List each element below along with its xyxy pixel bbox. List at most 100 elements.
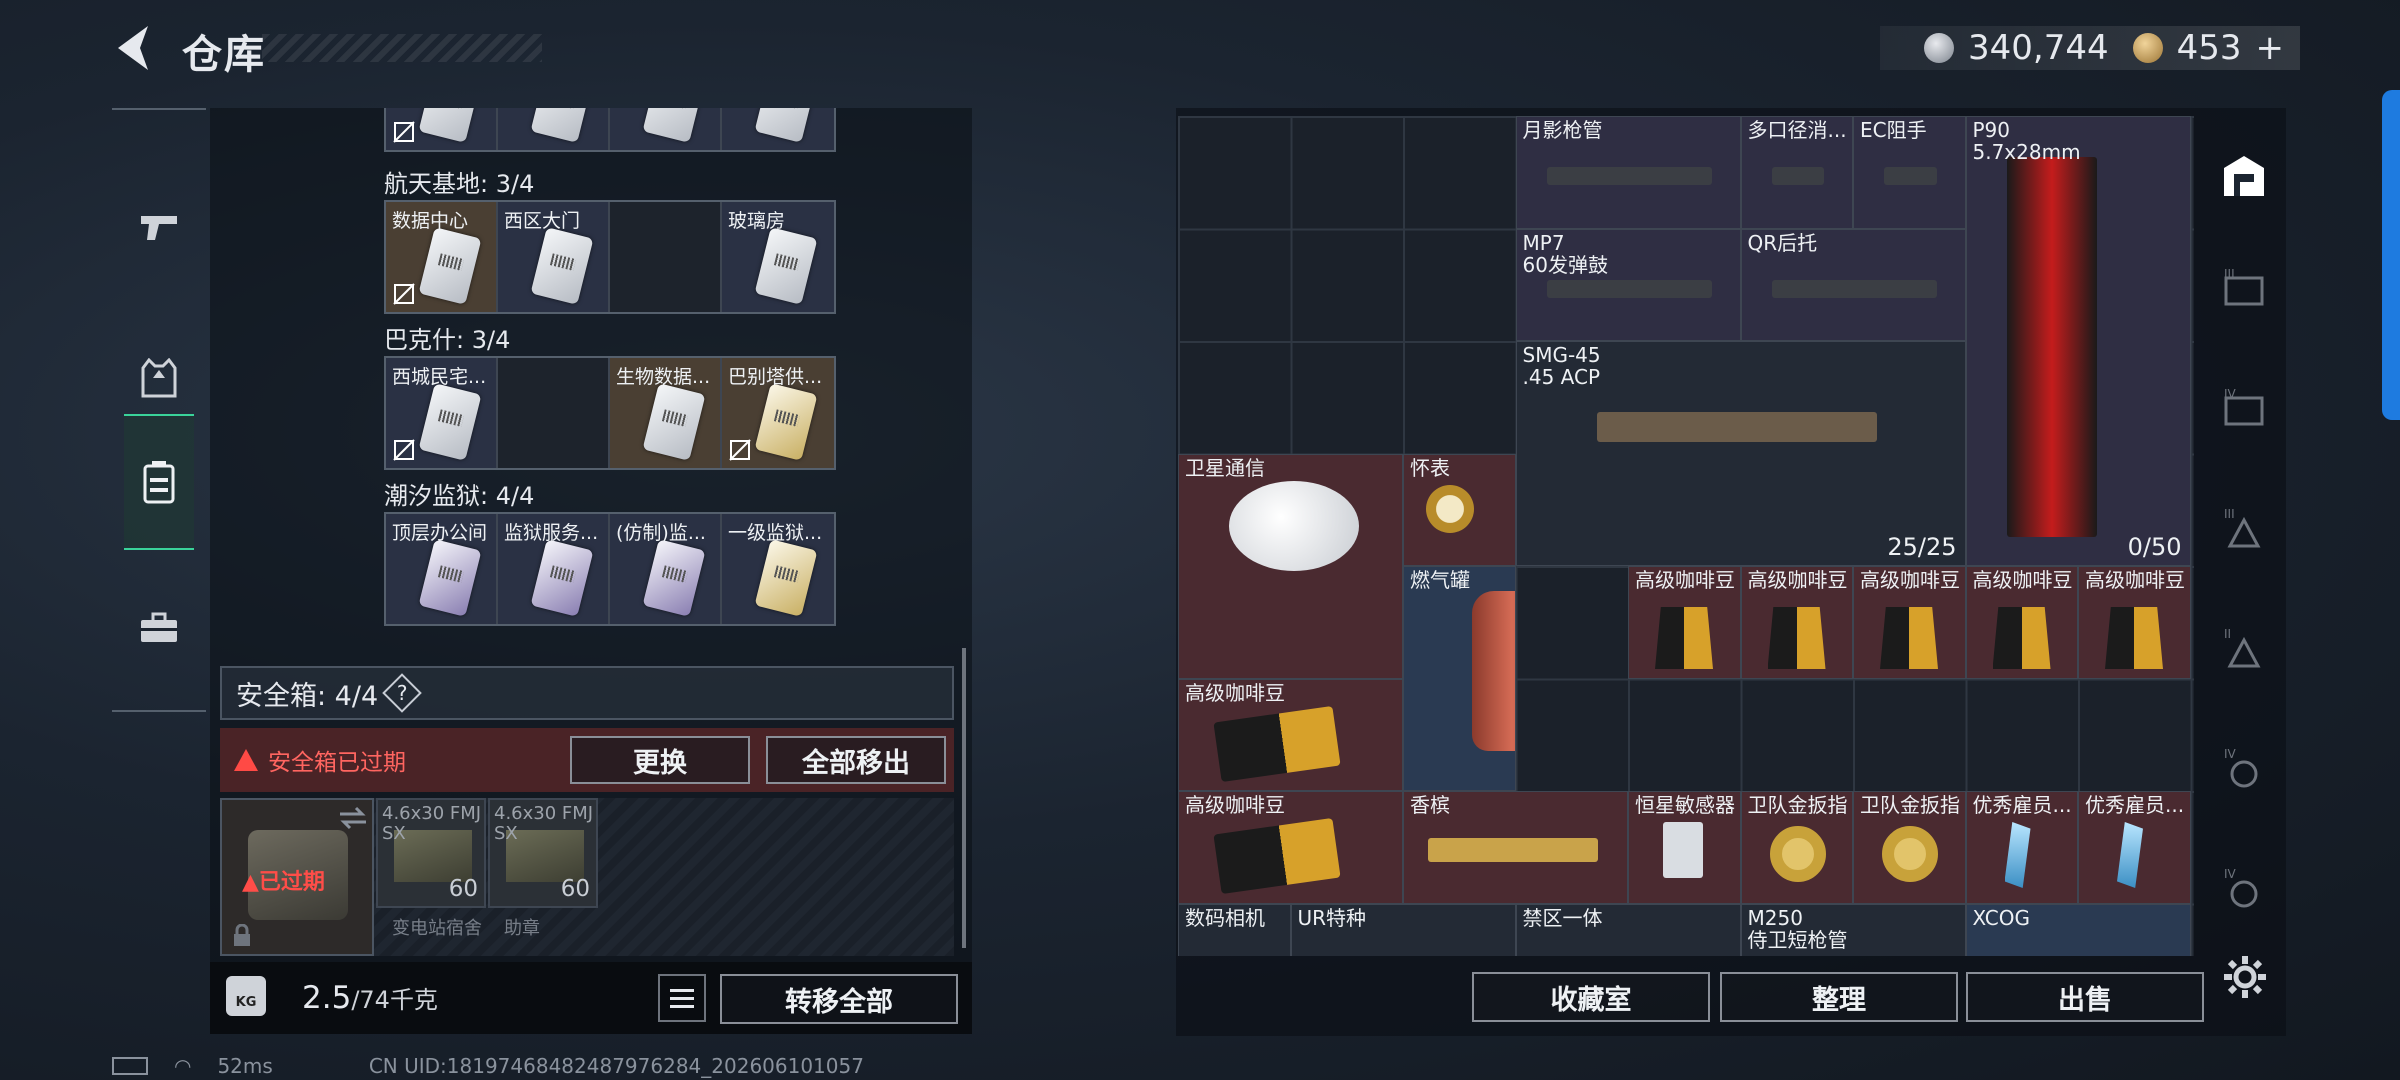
item-name: XCOG <box>1972 905 2030 930</box>
stash-item[interactable]: 优秀雇员... <box>1965 791 2078 904</box>
swap-icon[interactable] <box>338 806 368 830</box>
stash-item[interactable]: EC阻手 <box>1853 116 1966 229</box>
item-name: 高级咖啡豆 <box>1635 568 1735 592</box>
stash-item[interactable]: 怀表 <box>1403 453 1516 566</box>
stash-item[interactable]: 恒星敏感器 <box>1628 791 1741 904</box>
key-slot[interactable]: 玻璃房 <box>722 202 834 312</box>
key-slot[interactable]: 巴别塔供... <box>722 358 834 468</box>
stash-page-3b-icon[interactable]: III <box>2220 506 2268 554</box>
tab-toolbox[interactable] <box>124 560 194 696</box>
crystal-award-image <box>2004 822 2031 888</box>
keycard-image <box>754 227 818 305</box>
transfer-all-button[interactable]: 转移全部 <box>720 974 958 1024</box>
item-name: 数码相机 <box>1185 905 1265 930</box>
empty-key-slot[interactable] <box>610 202 722 312</box>
ammo-slot[interactable]: 4.6x30 FMJ SX 60 <box>488 798 598 908</box>
key-list[interactable]: 航天基地: 3/4 数据中心 西区大门 玻璃房 巴克什: 3/4 西城民宅... 生物数据.… <box>210 108 966 660</box>
help-icon[interactable]: ? <box>382 673 422 713</box>
collection-room-button[interactable]: 收藏室 <box>1472 972 1710 1022</box>
key-slot[interactable]: 监狱服务... <box>498 514 610 624</box>
stash-item[interactable]: 卫队金扳指 <box>1740 791 1853 904</box>
stash-item[interactable]: M250 侍卫短枪管 <box>1740 903 1966 956</box>
sell-button[interactable]: 出售 <box>1966 972 2204 1022</box>
key-slot[interactable]: 顶层办公间 <box>386 514 498 624</box>
coffee-bag-image <box>2105 607 2163 669</box>
replace-button[interactable]: 更换 <box>570 736 750 784</box>
stash-item[interactable]: 高级咖啡豆 <box>1965 566 2078 679</box>
tab-backpack[interactable] <box>124 414 194 550</box>
back-button[interactable] <box>110 22 158 74</box>
key-slot[interactable] <box>610 108 722 150</box>
stash-page-3-icon[interactable]: III <box>2220 266 2268 314</box>
coffee-bag-image <box>1655 607 1713 669</box>
stash-item[interactable]: SMG-45 .45 ACP 25/25 <box>1515 341 1966 566</box>
crystal-award-image <box>2117 822 2143 888</box>
no-bind-icon <box>393 439 415 461</box>
list-view-button[interactable] <box>658 974 706 1022</box>
empty-key-slot[interactable] <box>498 358 610 468</box>
key-slot[interactable]: 数据中心 <box>386 202 498 312</box>
svg-text:IV: IV <box>2224 387 2237 401</box>
stash-item[interactable]: 高级咖啡豆 <box>1628 566 1741 679</box>
tab-weapons[interactable] <box>124 160 194 296</box>
stash-item[interactable]: 优秀雇员... <box>2078 791 2191 904</box>
weight-icon: KG <box>226 976 266 1016</box>
currency-bar: 340,744 453 + <box>1880 26 2300 70</box>
key-slot[interactable] <box>386 108 498 150</box>
stash-item[interactable]: 卫队金扳指 <box>1853 791 1966 904</box>
stash-page-2-icon[interactable]: II <box>2220 626 2268 674</box>
stash-item[interactable]: 高级咖啡豆 <box>1740 566 1853 679</box>
stash-page-4b-icon[interactable]: IV <box>2220 746 2268 794</box>
key-slot[interactable] <box>498 108 610 150</box>
stash-item[interactable]: XCOG <box>1965 903 2191 956</box>
key-slot[interactable]: 西区大门 <box>498 202 610 312</box>
add-currency-button[interactable]: + <box>2256 28 2285 68</box>
ammo-slot[interactable]: 4.6x30 FMJ SX 60 <box>376 798 486 908</box>
uid: CN UID:18197468482487976284_202606101057 <box>368 1054 864 1078</box>
key-slot[interactable] <box>722 108 834 150</box>
home-stash-icon[interactable] <box>2220 152 2268 200</box>
stash-item[interactable]: MP7 60发弹鼓 <box>1515 228 1741 341</box>
stash-item[interactable]: 香槟 <box>1403 791 1628 904</box>
scrollbar[interactable] <box>962 648 966 948</box>
side-drawer-handle[interactable] <box>2382 90 2400 420</box>
stash-grid[interactable]: 月影枪管 多口径消... EC阻手 P90 5.7x28mm 0/50 MP7 60发弹鼓… <box>1178 116 2194 956</box>
backpack-icon <box>143 461 175 504</box>
stash-item[interactable]: QR后托 <box>1740 228 1966 341</box>
keycard-image <box>642 108 706 143</box>
stash-item[interactable]: 多口径消... <box>1740 116 1853 229</box>
stash-item[interactable]: 高级咖啡豆 <box>1178 791 1403 904</box>
key-slot[interactable]: (仿制)监... <box>610 514 722 624</box>
keycard-image <box>754 383 818 461</box>
item-name: 高级咖啡豆 <box>1972 568 2073 592</box>
settings-gear-icon[interactable] <box>2222 954 2268 1000</box>
stash-item[interactable]: 数码相机 <box>1178 903 1291 956</box>
safebox-case[interactable]: ▲已过期 <box>220 798 374 956</box>
stash-item[interactable]: 高级咖啡豆 <box>2078 566 2191 679</box>
key-slot[interactable]: 一级监狱... <box>722 514 834 624</box>
stash-page-4-icon[interactable]: IV <box>2220 386 2268 434</box>
remove-all-button[interactable]: 全部移出 <box>766 736 946 784</box>
stash-item[interactable]: P90 5.7x28mm 0/50 <box>1965 116 2191 566</box>
key-slot[interactable]: 西城民宅... <box>386 358 498 468</box>
item-count: 0/50 <box>2127 533 2182 561</box>
keycard-image <box>642 539 706 617</box>
obscured-label: 变电站宿舍 <box>392 918 482 939</box>
weapon-part-image <box>1884 167 1937 185</box>
stash-page-4c-icon[interactable]: IV <box>2220 866 2268 914</box>
stash-item[interactable]: 高级咖啡豆 <box>1853 566 1966 679</box>
stash-item[interactable]: 禁区一体 <box>1515 903 1741 956</box>
stash-item[interactable]: 燃气罐 <box>1403 566 1516 791</box>
key-name: 玻璃房 <box>728 210 786 232</box>
stash-item[interactable]: 卫星通信 <box>1178 453 1403 679</box>
key-slot[interactable]: 生物数据... <box>610 358 722 468</box>
gold-ring-image <box>1882 826 1938 882</box>
stash-item[interactable]: UR特种 <box>1290 903 1516 956</box>
stash-item[interactable]: 高级咖啡豆 <box>1178 678 1403 791</box>
key-row: 数据中心 西区大门 玻璃房 <box>384 200 836 314</box>
key-name: (仿制)监... <box>616 522 706 544</box>
weight-max: /74千克 <box>351 986 438 1014</box>
stash-item[interactable]: 月影枪管 <box>1515 116 1741 229</box>
battery-icon <box>112 1057 148 1075</box>
sort-button[interactable]: 整理 <box>1720 972 1958 1022</box>
